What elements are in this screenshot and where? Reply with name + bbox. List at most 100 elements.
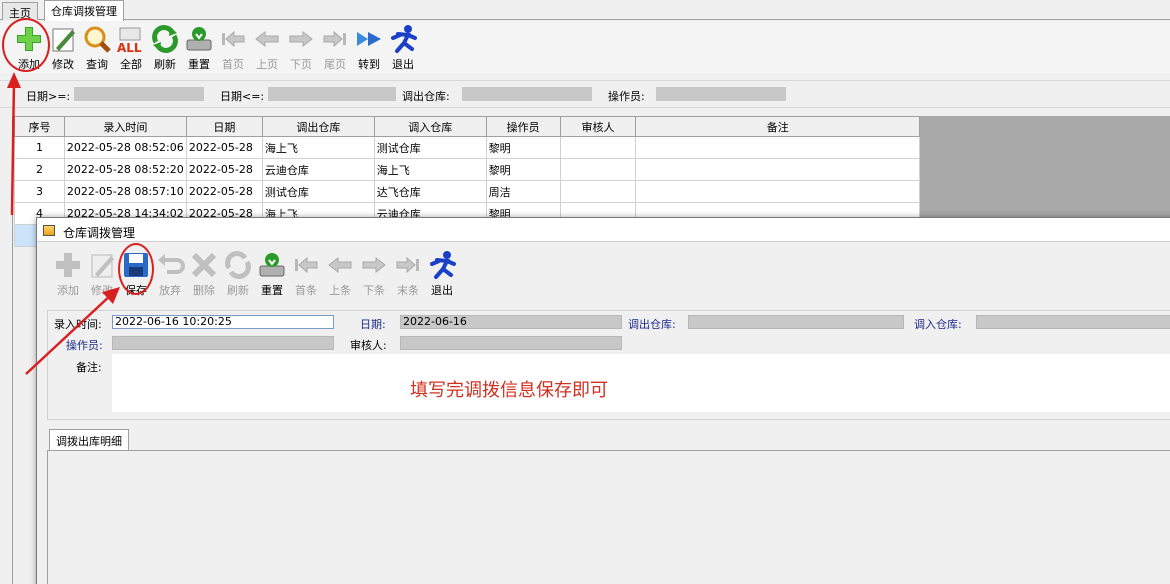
date-to-input[interactable] <box>268 87 396 101</box>
delete-icon <box>189 250 219 280</box>
table-row[interactable]: 2 2022-05-28 08:52:20 2022-05-28 云迪仓库 海上… <box>14 158 920 181</box>
prev-page-icon <box>325 250 355 280</box>
reviewer-field[interactable] <box>400 336 622 350</box>
col-header-remarks[interactable]: 备注 <box>635 116 920 137</box>
transfer-dialog: 仓库调拨管理 添加 修改 保存 放弃 删除 刷新 重置 首条 上条 下条 末条 … <box>36 217 1170 584</box>
in-warehouse-field[interactable] <box>976 315 1170 329</box>
dlg-refresh-label: 刷新 <box>227 284 249 297</box>
exit-button[interactable]: 退出 <box>386 24 420 71</box>
cell-out-warehouse: 海上飞 <box>261 136 375 159</box>
cell-entry-time: 2022-05-28 08:57:10 <box>63 180 187 203</box>
refresh-icon <box>223 250 253 280</box>
prev-page-button[interactable]: 上页 <box>250 24 284 71</box>
dlg-discard-label: 放弃 <box>159 284 181 297</box>
col-header-reviewer[interactable]: 审核人 <box>559 116 637 137</box>
dialog-titlebar[interactable]: 仓库调拨管理 <box>37 218 1170 242</box>
first-page-label: 首页 <box>222 58 244 71</box>
transfer-detail-panel <box>47 450 1170 584</box>
refresh-label: 刷新 <box>154 58 176 71</box>
reset-button[interactable]: 重置 <box>182 24 216 71</box>
out-warehouse-field[interactable] <box>688 315 904 329</box>
cell-in-warehouse: 达飞仓库 <box>373 180 487 203</box>
date-field[interactable]: 2022-06-16 <box>400 315 622 329</box>
col-header-out-warehouse[interactable]: 调出仓库 <box>261 116 375 137</box>
out-warehouse-filter-label: 调出仓库: <box>402 90 450 103</box>
remarks-textarea[interactable]: 填写完调拨信息保存即可 <box>112 354 1170 412</box>
col-header-date[interactable]: 日期 <box>185 116 263 137</box>
add-icon <box>53 250 83 280</box>
refresh-icon <box>150 24 180 54</box>
reset-icon <box>257 250 287 280</box>
col-header-operator[interactable]: 操作员 <box>485 116 561 137</box>
table-row[interactable]: 1 2022-05-28 08:52:06 2022-05-28 海上飞 测试仓… <box>14 136 920 159</box>
exit-icon <box>388 24 418 54</box>
reset-label: 重置 <box>188 58 210 71</box>
next-page-icon <box>359 250 389 280</box>
cell-out-warehouse: 测试仓库 <box>261 180 375 203</box>
cell-remarks <box>635 136 920 159</box>
grid-header: 序号 录入时间 日期 调出仓库 调入仓库 操作员 审核人 备注 <box>14 116 920 137</box>
cell-date: 2022-05-28 <box>185 180 263 203</box>
operator-filter-input[interactable] <box>656 87 786 101</box>
next-page-label: 下页 <box>290 58 312 71</box>
cell-operator: 黎明 <box>485 136 561 159</box>
dlg-prev-button[interactable]: 上条 <box>323 250 357 297</box>
operator-field[interactable] <box>112 336 334 350</box>
svg-text:ALL: ALL <box>117 41 142 54</box>
goto-label: 转到 <box>358 58 380 71</box>
date-from-input[interactable] <box>74 87 204 101</box>
dlg-last-label: 末条 <box>397 284 419 297</box>
reset-icon <box>184 24 214 54</box>
next-page-button[interactable]: 下页 <box>284 24 318 71</box>
in-warehouse-label: 调入仓库: <box>914 318 962 331</box>
cell-in-warehouse: 海上飞 <box>373 158 487 181</box>
all-button[interactable]: ALL 全部 <box>114 24 148 71</box>
cell-out-warehouse: 云迪仓库 <box>261 158 375 181</box>
last-page-label: 尾页 <box>324 58 346 71</box>
tab-warehouse-transfer[interactable]: 仓库调拨管理 <box>44 0 124 21</box>
out-warehouse-label: 调出仓库: <box>628 318 676 331</box>
search-button[interactable]: 查询 <box>80 24 114 71</box>
dialog-title: 仓库调拨管理 <box>63 226 136 240</box>
cell-entry-time: 2022-05-28 08:52:06 <box>63 136 187 159</box>
cell-entry-time: 2022-05-28 08:52:20 <box>63 158 187 181</box>
edit-button[interactable]: 修改 <box>46 24 80 71</box>
prev-page-label: 上页 <box>256 58 278 71</box>
arrow-to-save <box>25 287 120 375</box>
all-label: 全部 <box>120 58 142 71</box>
dlg-exit-button[interactable]: 退出 <box>425 250 459 297</box>
edit-icon <box>48 24 78 54</box>
entry-time-field[interactable]: 2022-06-16 10:20:25 <box>112 315 334 329</box>
next-page-icon <box>286 24 316 54</box>
last-page-button[interactable]: 尾页 <box>318 24 352 71</box>
dlg-last-button[interactable]: 末条 <box>391 250 425 297</box>
dialog-toolbar: 添加 修改 保存 放弃 删除 刷新 重置 首条 上条 下条 末条 退出 <box>47 247 1170 299</box>
cell-remarks <box>635 180 920 203</box>
dlg-refresh-button[interactable]: 刷新 <box>221 250 255 297</box>
date-label: 日期: <box>360 318 386 331</box>
col-header-entry-time[interactable]: 录入时间 <box>63 116 187 137</box>
dlg-next-button[interactable]: 下条 <box>357 250 391 297</box>
dlg-discard-button[interactable]: 放弃 <box>153 250 187 297</box>
out-warehouse-filter-input[interactable] <box>462 87 592 101</box>
table-row[interactable]: 3 2022-05-28 08:57:10 2022-05-28 测试仓库 达飞… <box>14 180 920 203</box>
goto-button[interactable]: 转到 <box>352 24 386 71</box>
exit-label: 退出 <box>392 58 414 71</box>
dlg-first-button[interactable]: 首条 <box>289 250 323 297</box>
col-header-in-warehouse[interactable]: 调入仓库 <box>373 116 487 137</box>
first-page-button[interactable]: 首页 <box>216 24 250 71</box>
all-icon: ALL <box>116 24 146 55</box>
undo-icon <box>155 250 185 280</box>
cell-operator: 周洁 <box>485 180 561 203</box>
cell-date: 2022-05-28 <box>185 158 263 181</box>
dlg-prev-label: 上条 <box>329 284 351 297</box>
dlg-reset-label: 重置 <box>261 284 283 297</box>
dlg-reset-button[interactable]: 重置 <box>255 250 289 297</box>
dlg-first-label: 首条 <box>295 284 317 297</box>
refresh-button[interactable]: 刷新 <box>148 24 182 71</box>
dlg-exit-label: 退出 <box>431 284 453 297</box>
tab-home[interactable]: 主页 <box>2 2 38 20</box>
tab-transfer-detail[interactable]: 调拨出库明细 <box>49 429 129 451</box>
dlg-delete-button[interactable]: 删除 <box>187 250 221 297</box>
window-icon <box>43 225 55 236</box>
